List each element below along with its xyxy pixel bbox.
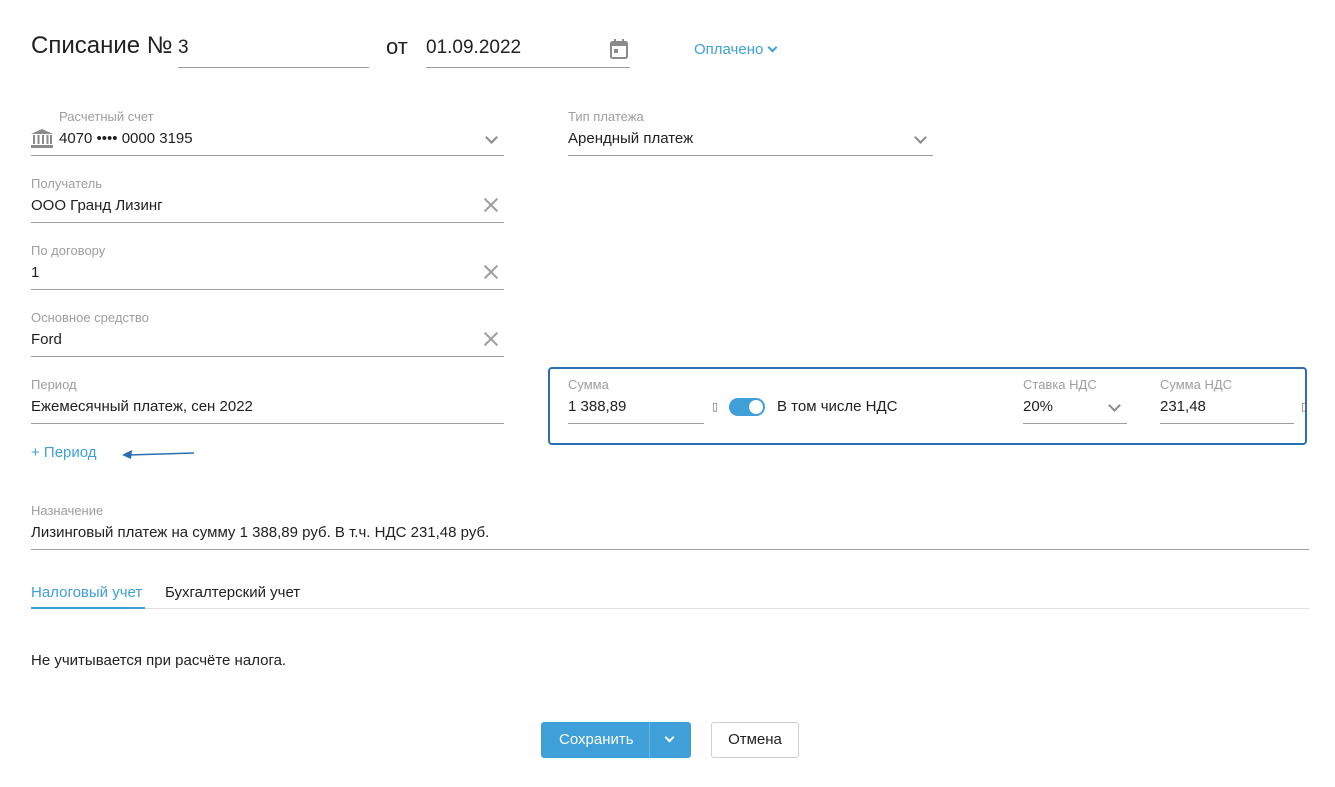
purpose-label: Назначение bbox=[31, 503, 104, 518]
asset-value: Ford bbox=[31, 331, 62, 348]
calculator-icon[interactable]: ▯ bbox=[712, 400, 718, 413]
date-value: 01.09.2022 bbox=[426, 37, 522, 58]
save-button[interactable]: Сохранить bbox=[541, 722, 691, 758]
chevron-down-icon[interactable] bbox=[664, 732, 675, 743]
purpose-value: Лизинговый платеж на сумму 1 388,89 руб.… bbox=[31, 524, 490, 541]
purpose-field[interactable]: Лизинговый платеж на сумму 1 388,89 руб.… bbox=[31, 521, 1309, 550]
save-button-label: Сохранить bbox=[559, 731, 634, 748]
clear-icon[interactable] bbox=[484, 265, 498, 279]
calculator-icon[interactable]: ▯ bbox=[1301, 400, 1307, 413]
cancel-button[interactable]: Отмена bbox=[711, 722, 799, 758]
active-tab-indicator bbox=[31, 607, 145, 609]
chevron-down-icon[interactable] bbox=[1108, 399, 1121, 412]
vat-rate-value: 20% bbox=[1023, 398, 1054, 415]
payment-status-dropdown[interactable]: Оплачено bbox=[694, 41, 778, 58]
period-field[interactable]: Ежемесячный платеж, сен 2022 bbox=[31, 395, 504, 424]
save-split-divider bbox=[649, 722, 650, 758]
arrow-annotation-icon bbox=[122, 450, 195, 459]
vat-rate-label: Ставка НДС bbox=[1023, 377, 1097, 392]
toggle-knob bbox=[749, 400, 763, 414]
sum-label: Сумма bbox=[568, 377, 609, 392]
vat-included-label: В том числе НДС bbox=[777, 398, 898, 415]
contract-value: 1 bbox=[31, 264, 40, 281]
asset-field[interactable]: Ford bbox=[31, 328, 504, 357]
payment-status-label: Оплачено bbox=[694, 41, 764, 58]
period-label: Период bbox=[31, 377, 77, 392]
document-number-input[interactable]: 3 bbox=[178, 32, 369, 68]
vat-sum-label: Сумма НДС bbox=[1160, 377, 1233, 392]
account-value: 4070 •••• 0000 3195 bbox=[59, 130, 193, 147]
tab-content-text: Не учитывается при расчёте налога. bbox=[31, 652, 287, 669]
payment-type-label: Тип платежа bbox=[568, 109, 644, 124]
chevron-down-icon[interactable] bbox=[485, 131, 498, 144]
vat-sum-input[interactable]: 231,48 bbox=[1160, 395, 1294, 424]
tabs-divider bbox=[31, 608, 1309, 609]
vat-rate-select[interactable]: 20% bbox=[1023, 395, 1127, 424]
contract-label: По договору bbox=[31, 243, 106, 258]
asset-label: Основное средство bbox=[31, 310, 149, 325]
date-input[interactable]: 01.09.2022 bbox=[426, 32, 630, 68]
clear-icon[interactable] bbox=[484, 198, 498, 212]
tab-bookkeeping[interactable]: Бухгалтерский учет bbox=[165, 584, 300, 601]
chevron-down-icon[interactable] bbox=[914, 131, 927, 144]
recipient-value: ООО Гранд Лизинг bbox=[31, 197, 163, 214]
account-label: Расчетный счет bbox=[59, 109, 154, 124]
payment-type-select[interactable]: Арендный платеж bbox=[568, 127, 933, 156]
chevron-down-icon bbox=[767, 42, 778, 53]
page-title: Списание № bbox=[31, 32, 173, 59]
vat-included-toggle[interactable] bbox=[729, 398, 765, 416]
period-value: Ежемесячный платеж, сен 2022 bbox=[31, 398, 253, 415]
calendar-icon[interactable] bbox=[610, 38, 628, 70]
recipient-field[interactable]: ООО Гранд Лизинг bbox=[31, 194, 504, 223]
bank-icon bbox=[31, 129, 53, 157]
sum-value: 1 388,89 bbox=[568, 398, 627, 415]
recipient-label: Получатель bbox=[31, 176, 103, 191]
payment-type-value: Арендный платеж bbox=[568, 130, 694, 147]
add-period-link[interactable]: + Период bbox=[31, 444, 97, 461]
document-number-value: 3 bbox=[178, 37, 189, 58]
sum-input[interactable]: 1 388,89 bbox=[568, 395, 704, 424]
vat-sum-value: 231,48 bbox=[1160, 398, 1206, 415]
contract-field[interactable]: 1 bbox=[31, 261, 504, 290]
clear-icon[interactable] bbox=[484, 332, 498, 346]
account-select[interactable]: 4070 •••• 0000 3195 bbox=[31, 127, 504, 156]
date-from-label: от bbox=[386, 34, 408, 59]
tab-tax-accounting[interactable]: Налоговый учет bbox=[31, 584, 142, 601]
